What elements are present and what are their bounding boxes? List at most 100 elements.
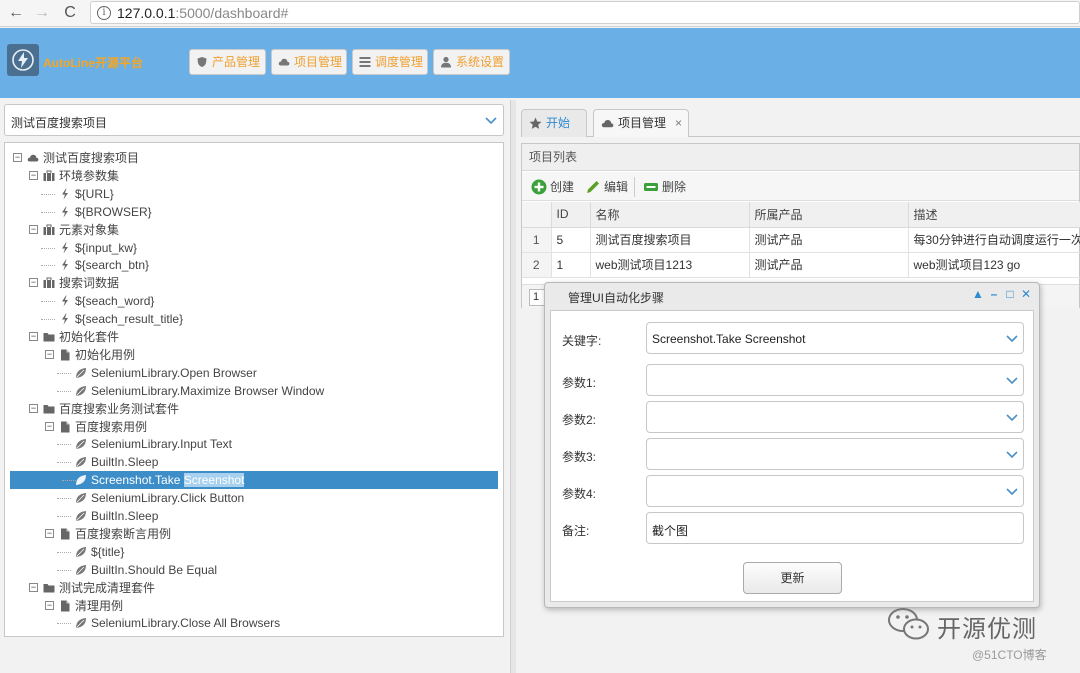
close-icon[interactable]: ✕	[1019, 287, 1033, 301]
remark-input[interactable]: 截个图	[646, 512, 1024, 544]
tree-collapse-toggle[interactable]: −	[13, 153, 22, 162]
tree-collapse-toggle[interactable]: −	[29, 224, 38, 234]
edit-button[interactable]: 编辑	[584, 178, 628, 196]
tree-node[interactable]: − 百度搜索断言用例	[5, 525, 503, 543]
tree-node[interactable]: SeleniumLibrary.Input Text	[5, 435, 503, 453]
tree-node-text: SeleniumLibrary.Open Browser	[91, 365, 257, 380]
column-header[interactable]: 描述	[908, 202, 1080, 228]
tree-node[interactable]: − 环境参数集	[5, 167, 503, 185]
address-bar[interactable]: i 127.0.0.1:5000/dashboard#	[90, 1, 1080, 24]
tree-collapse-toggle[interactable]: −	[45, 528, 54, 538]
bolt-icon	[62, 188, 68, 200]
chevron-down-icon[interactable]	[1001, 323, 1023, 353]
bolt-icon	[62, 242, 68, 253]
tree-node[interactable]: − 百度搜索用例	[5, 418, 503, 436]
create-label: 创建	[550, 180, 575, 194]
chevron-down-icon[interactable]	[1001, 476, 1023, 506]
tree-node[interactable]: SeleniumLibrary.Maximize Browser Window	[5, 382, 503, 400]
menu-product-management[interactable]: 产品管理	[189, 49, 266, 75]
minimize-icon[interactable]: –	[987, 287, 1001, 301]
tree-node[interactable]: Screenshot.Take Screenshot	[10, 471, 498, 490]
leaf-icon	[76, 385, 86, 396]
keyword-select[interactable]: Screenshot.Take Screenshot	[646, 322, 1024, 354]
chevron-down-icon[interactable]	[1001, 402, 1023, 432]
tree-node-label: ${seach_word}	[75, 292, 154, 310]
reload-icon[interactable]: C	[60, 3, 80, 23]
tree-node[interactable]: ${seach_result_title}	[5, 310, 503, 328]
param3-select[interactable]	[646, 438, 1024, 470]
bolt-icon	[62, 313, 68, 325]
tree-node-label: ${BROWSER}	[75, 203, 152, 221]
maximize-icon[interactable]: □	[1003, 287, 1017, 301]
tab-project-management[interactable]: 项目管理 ×	[593, 109, 689, 137]
column-header[interactable]: 名称	[590, 202, 750, 228]
tree-node-text: SeleniumLibrary.Close All Browsers	[91, 616, 281, 631]
menu-project-management[interactable]: 项目管理	[271, 49, 347, 75]
briefcase-icon	[43, 170, 55, 181]
tree-node-text: ${search_btn}	[75, 258, 150, 273]
tree-node[interactable]: SeleniumLibrary.Open Browser	[5, 364, 503, 382]
tree-connector	[57, 551, 71, 553]
update-button[interactable]: 更新	[743, 562, 842, 594]
param4-select[interactable]	[646, 475, 1024, 507]
tree-collapse-toggle[interactable]: −	[45, 600, 54, 610]
leaf-icon	[76, 367, 86, 378]
tree-node[interactable]: − 百度搜索业务测试套件	[5, 400, 503, 418]
tree-node[interactable]: BuiltIn.Sleep	[5, 507, 503, 525]
tree-collapse-toggle[interactable]: −	[29, 278, 38, 288]
menu-schedule-management[interactable]: 调度管理	[352, 49, 428, 75]
tab-start[interactable]: 开始	[521, 109, 587, 137]
plus-icon	[531, 179, 547, 195]
tree-collapse-toggle[interactable]: −	[29, 332, 38, 341]
watermark-source: @51CTO博客	[972, 648, 1047, 662]
tree-node[interactable]: − 搜索词数据	[5, 274, 503, 292]
tree-collapse-toggle[interactable]: −	[29, 403, 38, 413]
tree-node[interactable]: − 初始化用例	[5, 346, 503, 364]
tree-node[interactable]: ${seach_word}	[5, 292, 503, 310]
dialog-header[interactable]: 管理UI自动化步骤 ▲ – □ ✕	[545, 283, 1039, 309]
tree-node[interactable]: − 测试百度搜索项目	[5, 149, 503, 167]
tree-node-text: ${seach_word}	[75, 294, 155, 309]
column-header[interactable]: 所属产品	[749, 202, 909, 228]
tree-node[interactable]: SeleniumLibrary.Close All Browsers	[5, 614, 503, 632]
tree-node[interactable]: ${BROWSER}	[5, 203, 503, 221]
param1-select[interactable]	[646, 364, 1024, 396]
tree-node[interactable]: ${search_btn}	[5, 256, 503, 274]
tree-node[interactable]: − 测试完成清理套件	[5, 579, 503, 597]
browser-toolbar: ← → C i 127.0.0.1:5000/dashboard#	[0, 0, 1080, 27]
chevron-down-icon[interactable]	[1001, 365, 1023, 395]
tree-node-label: BuiltIn.Sleep	[91, 507, 158, 525]
tree-node-text: Screenshot.Take	[91, 473, 184, 488]
tree-node[interactable]: − 元素对象集	[5, 221, 503, 239]
tree-node[interactable]: BuiltIn.Should Be Equal	[5, 561, 503, 579]
tree-node[interactable]: − 清理用例	[5, 597, 503, 615]
tree-connector	[57, 623, 71, 625]
tree-collapse-toggle[interactable]: −	[29, 582, 38, 592]
param2-select[interactable]	[646, 401, 1024, 433]
tree-node[interactable]: BuiltIn.Sleep	[5, 453, 503, 471]
table-row[interactable]: 2 1 web测试项目1213 测试产品 web测试项目123 go	[522, 252, 1080, 278]
info-icon[interactable]: i	[97, 6, 111, 20]
tree-node[interactable]: ${title}	[5, 543, 503, 561]
column-header[interactable]: ID	[551, 202, 591, 228]
back-arrow-icon[interactable]: ←	[6, 3, 26, 23]
table-row[interactable]: 1 5 测试百度搜索项目 测试产品 每30分钟进行自动调度运行一次	[522, 227, 1080, 253]
project-select[interactable]: 测试百度搜索项目	[4, 104, 504, 136]
menu-system-settings[interactable]: 系统设置	[433, 49, 510, 75]
close-icon[interactable]: ×	[675, 110, 682, 136]
tree-collapse-toggle[interactable]: −	[45, 349, 54, 359]
tree-node[interactable]: ${URL}	[5, 185, 503, 203]
tree-collapse-toggle[interactable]: −	[45, 421, 54, 431]
table-header-row: ID 名称 所属产品 描述	[522, 202, 1080, 228]
tree-collapse-toggle[interactable]: −	[29, 170, 38, 180]
chevron-down-icon[interactable]	[479, 105, 503, 135]
forward-arrow-icon[interactable]: →	[32, 3, 52, 23]
tree-node[interactable]: ${input_kw}	[5, 239, 503, 257]
tree-node[interactable]: − 初始化套件	[5, 328, 503, 346]
chevron-down-icon[interactable]	[1001, 439, 1023, 469]
delete-button[interactable]: 删除	[642, 178, 686, 196]
tree-node[interactable]: SeleniumLibrary.Click Button	[5, 489, 503, 507]
collapse-icon[interactable]: ▲	[971, 287, 985, 301]
briefcase-icon	[43, 224, 55, 235]
create-button[interactable]: 创建	[530, 178, 574, 196]
